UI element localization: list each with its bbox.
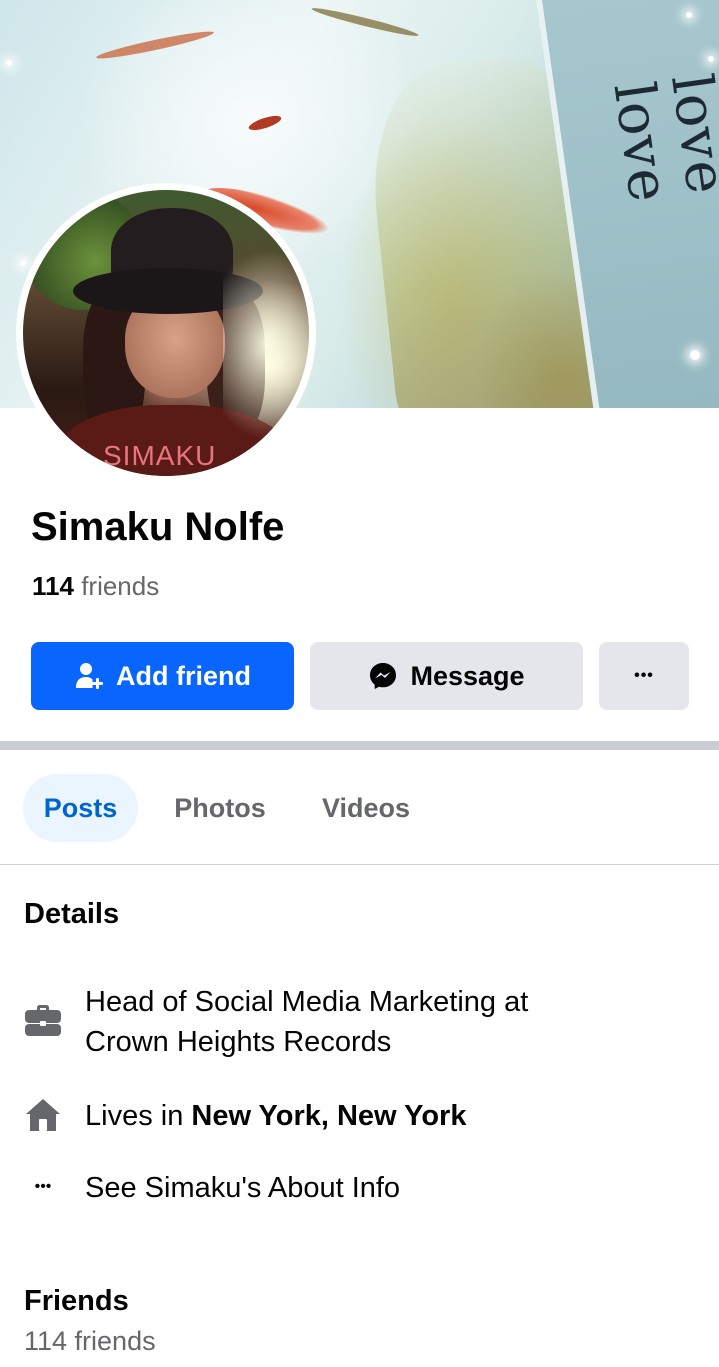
- work-detail-line: Crown Heights Records: [85, 1026, 392, 1058]
- add-friend-label: Add friend: [116, 660, 251, 691]
- tab-videos[interactable]: Videos: [306, 774, 426, 842]
- avatar-watermark-text: SIMAKU: [103, 440, 217, 471]
- home-icon: [24, 1096, 62, 1134]
- see-about-info-link[interactable]: See Simaku's About Info: [85, 1168, 400, 1208]
- lives-in-detail: Lives in New York, New York: [85, 1096, 466, 1136]
- friends-heading: Friends: [24, 1285, 129, 1317]
- sparkle: [6, 60, 12, 66]
- sparkle: [686, 12, 692, 18]
- more-options-button[interactable]: •••: [599, 642, 689, 710]
- messenger-icon: [368, 661, 398, 691]
- briefcase-icon: [24, 1001, 62, 1039]
- cover-artwork-detail: [247, 112, 283, 134]
- cover-love-text: love love: [600, 70, 719, 207]
- message-button[interactable]: Message: [310, 642, 583, 710]
- sparkle: [690, 350, 700, 360]
- work-detail: Head of Social Media Marketing at Crown …: [85, 982, 528, 1062]
- more-dots-icon: •••: [34, 1178, 52, 1195]
- avatar-photo: SIMAKU: [23, 190, 309, 476]
- add-friend-button[interactable]: Add friend: [31, 642, 294, 710]
- friends-count[interactable]: 114 friends: [32, 571, 159, 602]
- friends-section-count[interactable]: 114 friends: [24, 1326, 156, 1357]
- details-heading: Details: [24, 898, 120, 930]
- cover-artwork-detail: [95, 27, 215, 63]
- tabs-divider: [0, 864, 719, 865]
- profile-name: Simaku Nolfe: [31, 505, 285, 549]
- add-friend-icon: [74, 661, 104, 691]
- more-options-icon: •••: [634, 667, 654, 684]
- message-label: Message: [410, 660, 525, 691]
- tab-posts[interactable]: Posts: [23, 774, 138, 842]
- avatar-photo-detail: [223, 250, 309, 440]
- friends-count-label: friends: [81, 571, 160, 601]
- section-separator: [0, 741, 719, 750]
- sparkle: [708, 56, 714, 62]
- lives-in-prefix: Lives in: [85, 1100, 192, 1132]
- friends-count-number: 114: [32, 571, 74, 601]
- profile-avatar[interactable]: SIMAKU: [16, 183, 316, 483]
- lives-in-location[interactable]: New York, New York: [191, 1100, 466, 1132]
- cover-artwork-detail: [310, 4, 420, 40]
- tab-photos[interactable]: Photos: [160, 774, 280, 842]
- work-detail-line: Head of Social Media Marketing at: [85, 986, 529, 1018]
